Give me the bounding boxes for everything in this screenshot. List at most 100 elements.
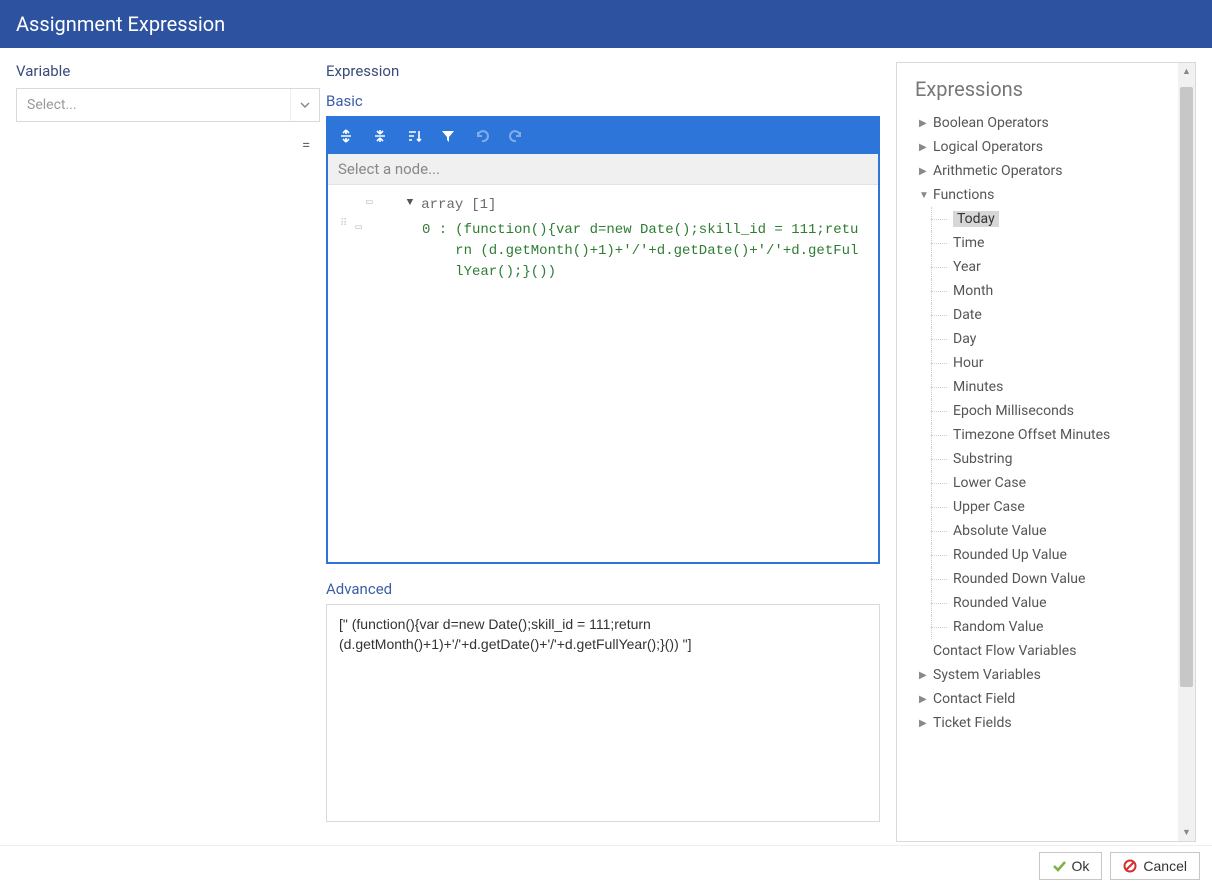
- tree-item[interactable]: Rounded Up Value: [897, 543, 1191, 567]
- json-tree[interactable]: ▭ ▼ array [1] ⠿ ▭ 0 : (function(){var d=…: [328, 185, 878, 562]
- basic-editor: Select a node... ▭ ▼ array [1] ⠿ ▭ 0 : (…: [326, 116, 880, 564]
- tree-item[interactable]: Random Value: [897, 615, 1191, 639]
- tree-item-label: Timezone Offset Minutes: [953, 427, 1110, 443]
- ok-button[interactable]: Ok: [1039, 852, 1103, 880]
- row-gutter-icon: ▭: [366, 195, 373, 212]
- tree-item-label: Substring: [953, 451, 1012, 467]
- advanced-textarea[interactable]: [" (function(){var d=new Date();skill_id…: [326, 604, 880, 822]
- basic-label: Basic: [326, 92, 880, 110]
- tree-group-label: Ticket Fields: [933, 715, 1012, 731]
- tree-item-label: Epoch Milliseconds: [953, 403, 1074, 419]
- scroll-down-icon[interactable]: ▼: [1178, 824, 1195, 841]
- tree-item[interactable]: Year: [897, 255, 1191, 279]
- tree-item-label: Year: [953, 259, 981, 275]
- tree-group-label: Contact Field: [933, 691, 1015, 707]
- scroll-up-icon[interactable]: ▲: [1178, 63, 1195, 80]
- collapse-icon[interactable]: [370, 126, 390, 146]
- redo-icon: [506, 126, 526, 146]
- dialog-footer: Ok Cancel: [0, 845, 1212, 885]
- tree-item[interactable]: Time: [897, 231, 1191, 255]
- tree-group[interactable]: ▶Boolean Operators: [897, 111, 1191, 135]
- check-icon: [1052, 859, 1066, 873]
- tree-item-label: Hour: [953, 355, 983, 371]
- caret-right-icon: ▶: [919, 166, 933, 177]
- tree-item[interactable]: Rounded Down Value: [897, 567, 1191, 591]
- tree-item[interactable]: Substring: [897, 447, 1191, 471]
- caret-down-icon: ▼: [919, 190, 933, 201]
- tree-item-label: Absolute Value: [953, 523, 1047, 539]
- dialog-title: Assignment Expression: [0, 0, 1212, 48]
- row-gutter-icon: ▭: [355, 220, 362, 237]
- tree-item-label: Date: [953, 307, 982, 323]
- tree-item-label: Minutes: [953, 379, 1003, 395]
- tree-item-label: Month: [953, 283, 993, 299]
- tree-item-label: Random Value: [953, 619, 1043, 635]
- caret-right-icon: ▶: [919, 718, 933, 729]
- expression-label: Expression: [326, 62, 880, 80]
- collapse-caret-icon[interactable]: ▼: [407, 195, 414, 212]
- tree-item-label: Rounded Up Value: [953, 547, 1067, 563]
- chevron-down-icon: [290, 89, 311, 121]
- tree-group-label: Contact Flow Variables: [933, 643, 1076, 659]
- tree-group-label: Boolean Operators: [933, 115, 1049, 131]
- caret-right-icon: ▶: [919, 118, 933, 129]
- tree-group[interactable]: ▶Contact Field: [897, 687, 1191, 711]
- tree-item[interactable]: Month: [897, 279, 1191, 303]
- tree-group[interactable]: ▶Ticket Fields: [897, 711, 1191, 735]
- array-index: 0 :: [422, 220, 447, 241]
- editor-toolbar: [328, 118, 878, 154]
- variable-select[interactable]: Select...: [16, 88, 320, 122]
- tree-group[interactable]: Contact Flow Variables: [897, 639, 1191, 663]
- filter-icon[interactable]: [438, 126, 458, 146]
- variable-label: Variable: [16, 62, 320, 80]
- tree-item[interactable]: Date: [897, 303, 1191, 327]
- tree-item[interactable]: Absolute Value: [897, 519, 1191, 543]
- expand-icon[interactable]: [336, 126, 356, 146]
- tree-item[interactable]: Timezone Offset Minutes: [897, 423, 1191, 447]
- tree-item[interactable]: Upper Case: [897, 495, 1191, 519]
- caret-right-icon: ▶: [919, 142, 933, 153]
- tree-item[interactable]: Today: [897, 207, 1191, 231]
- array-value[interactable]: (function(){var d=new Date();skill_id = …: [455, 220, 866, 283]
- ok-label: Ok: [1072, 858, 1090, 874]
- tree-group[interactable]: ▶Arithmetic Operators: [897, 159, 1191, 183]
- expressions-panel: Expressions ▶Boolean Operators▶Logical O…: [896, 62, 1196, 842]
- scrollbar-thumb[interactable]: [1180, 87, 1193, 687]
- equals-sign: =: [302, 136, 310, 154]
- node-select-row[interactable]: Select a node...: [328, 154, 878, 185]
- cancel-label: Cancel: [1143, 858, 1187, 874]
- caret-right-icon: ▶: [919, 670, 933, 681]
- tree-item[interactable]: Rounded Value: [897, 591, 1191, 615]
- array-keyword: array: [421, 195, 463, 216]
- caret-right-icon: ▶: [919, 694, 933, 705]
- tree-item-label: Rounded Value: [953, 595, 1047, 611]
- tree-item-label: Lower Case: [953, 475, 1026, 491]
- drag-handle-icon[interactable]: ⠿: [340, 220, 347, 230]
- cancel-icon: [1123, 859, 1137, 873]
- scrollbar[interactable]: ▲ ▼: [1178, 63, 1195, 841]
- tree-item-label: Time: [953, 235, 984, 251]
- tree-item-label: Rounded Down Value: [953, 571, 1085, 587]
- cancel-button[interactable]: Cancel: [1110, 852, 1200, 880]
- tree-group[interactable]: ▼Functions: [897, 183, 1191, 207]
- expressions-tree[interactable]: ▶Boolean Operators▶Logical Operators▶Ari…: [897, 111, 1195, 837]
- tree-item[interactable]: Hour: [897, 351, 1191, 375]
- tree-group-label: Functions: [933, 187, 994, 203]
- tree-item[interactable]: Epoch Milliseconds: [897, 399, 1191, 423]
- tree-group-label: Logical Operators: [933, 139, 1043, 155]
- array-count: [1]: [471, 195, 496, 216]
- advanced-label: Advanced: [326, 580, 880, 598]
- variable-select-placeholder: Select...: [27, 97, 77, 113]
- tree-group-label: System Variables: [933, 667, 1041, 683]
- tree-group[interactable]: ▶System Variables: [897, 663, 1191, 687]
- sort-icon[interactable]: [404, 126, 424, 146]
- expressions-title: Expressions: [897, 63, 1195, 111]
- tree-item[interactable]: Day: [897, 327, 1191, 351]
- undo-icon: [472, 126, 492, 146]
- tree-group[interactable]: ▶Logical Operators: [897, 135, 1191, 159]
- tree-item[interactable]: Minutes: [897, 375, 1191, 399]
- tree-item-label: Today: [953, 211, 999, 227]
- tree-item[interactable]: Lower Case: [897, 471, 1191, 495]
- tree-group-label: Arithmetic Operators: [933, 163, 1062, 179]
- tree-item-label: Day: [953, 331, 976, 347]
